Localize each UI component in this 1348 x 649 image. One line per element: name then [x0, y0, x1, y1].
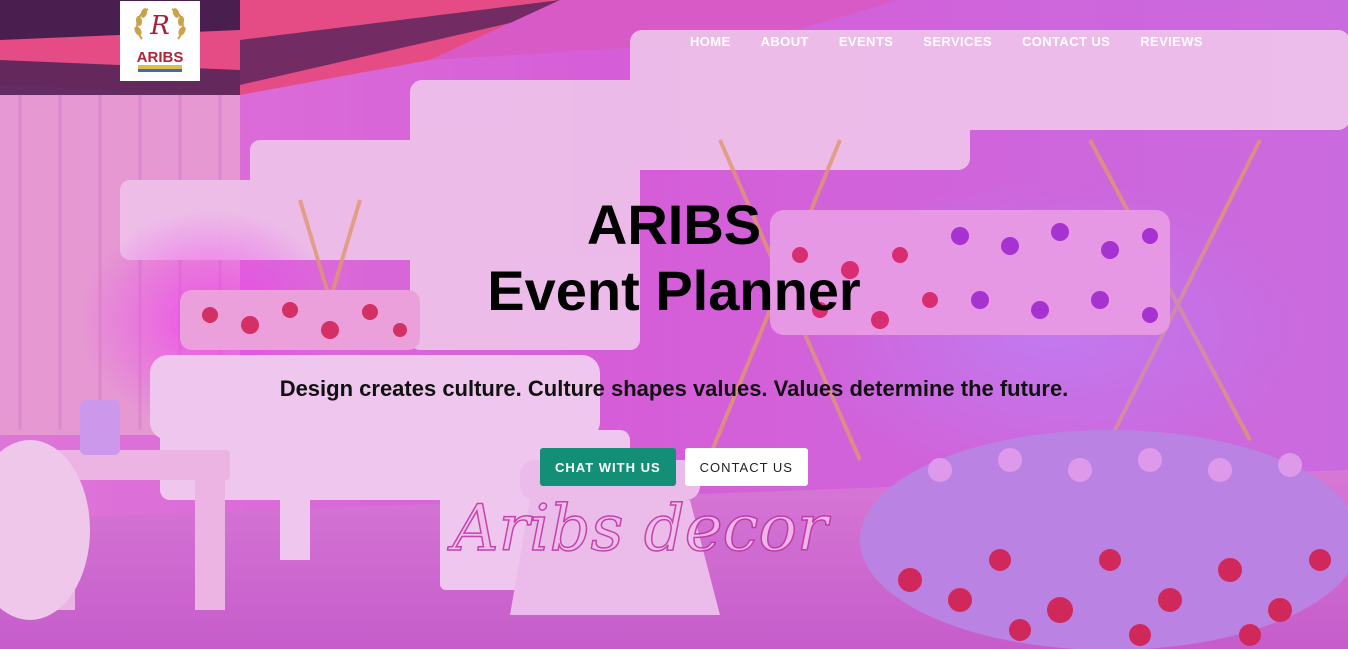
nav-home[interactable]: HOME [675, 31, 746, 52]
hero-title-line2: Event Planner [487, 259, 861, 322]
hero-subtitle: Design creates culture. Culture shapes v… [279, 376, 1069, 401]
hero-title: ARIBS Event Planner [0, 192, 1348, 324]
nav-events[interactable]: EVENTS [824, 31, 908, 52]
chat-with-us-button[interactable]: CHAT WITH US [540, 448, 676, 486]
nav-contact-us[interactable]: CONTACT US [1007, 31, 1125, 52]
hero-content: ARIBS Event Planner Design creates cultu… [0, 192, 1348, 486]
svg-text:ARIBS: ARIBS [137, 49, 184, 66]
hero-buttons: CHAT WITH US CONTACT US [0, 448, 1348, 486]
svg-text:R: R [149, 11, 170, 41]
nav-reviews[interactable]: REVIEWS [1125, 31, 1218, 52]
nav-services[interactable]: SERVICES [908, 31, 1007, 52]
contact-us-button[interactable]: CONTACT US [684, 448, 808, 486]
main-nav: HOME ABOUT EVENTS SERVICES CONTACT US RE… [675, 31, 1218, 52]
hero-title-line1: ARIBS [586, 193, 762, 256]
nav-about[interactable]: ABOUT [746, 31, 824, 52]
brand-logo[interactable]: R ARIBS [120, 1, 200, 81]
